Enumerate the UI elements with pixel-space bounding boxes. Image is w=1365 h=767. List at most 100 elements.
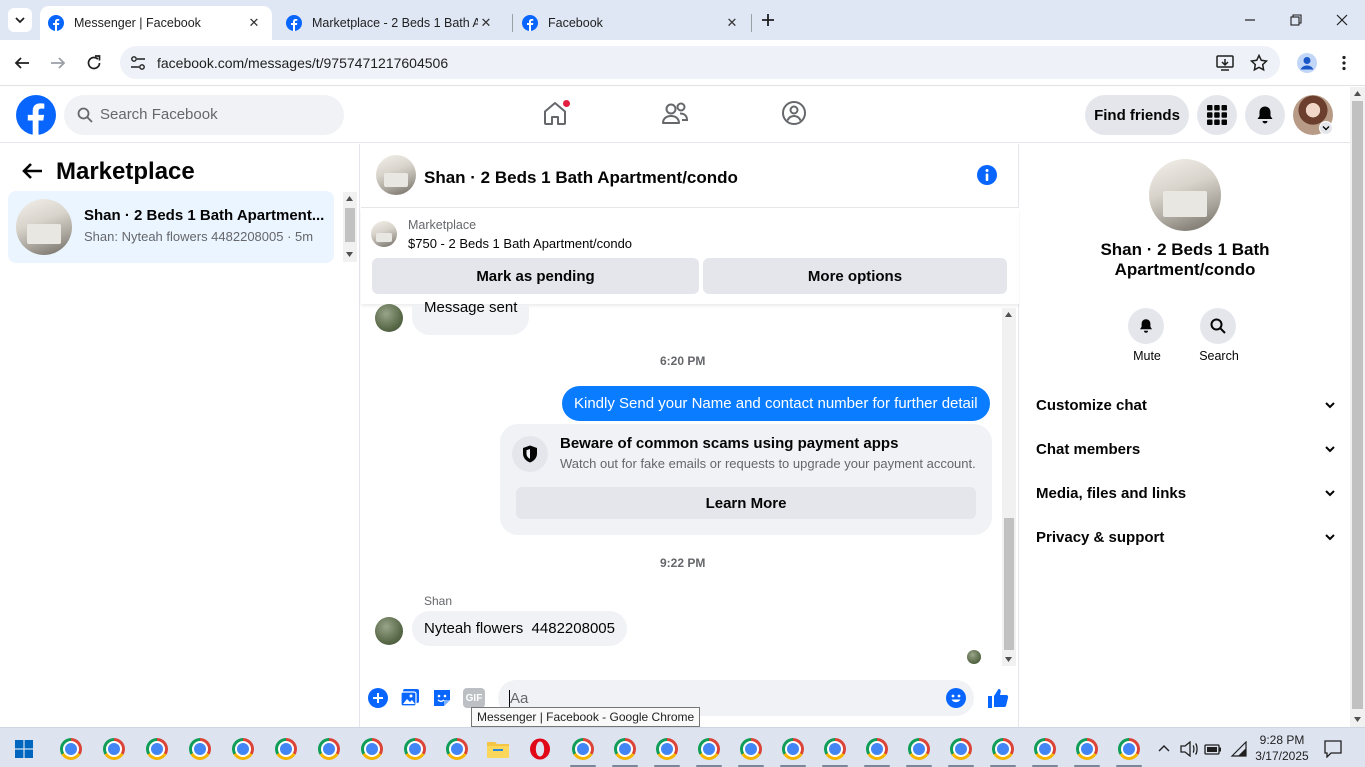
chat-title[interactable]: Shan · 2 Beds 1 Bath Apartment/condo (424, 168, 738, 188)
tab-close-icon[interactable]: ✕ (478, 15, 494, 31)
conversation-item[interactable]: Shan · 2 Beds 1 Bath Apartment... Shan: … (8, 191, 334, 263)
restore-button[interactable] (1273, 0, 1319, 40)
profile-button[interactable] (1295, 51, 1319, 75)
chat-scrollbar[interactable] (1002, 308, 1016, 666)
scroll-down-arrow-icon[interactable] (1005, 657, 1012, 662)
emoji-icon[interactable] (946, 688, 966, 708)
back-arrow-icon[interactable] (21, 162, 43, 180)
tab-close-icon[interactable]: ✕ (246, 15, 262, 31)
show-hidden-icons-chevron-icon[interactable] (1158, 743, 1170, 753)
menu-button[interactable] (1197, 95, 1237, 135)
chrome-taskbar-icon[interactable] (656, 738, 680, 762)
chrome-taskbar-icon[interactable] (866, 738, 890, 762)
facebook-logo-icon[interactable] (16, 95, 56, 135)
new-tab-button[interactable] (756, 8, 780, 32)
plus-circle-icon[interactable] (368, 688, 388, 708)
system-clock[interactable]: 9:28 PM 3/17/2025 (1254, 732, 1310, 764)
photo-icon[interactable] (400, 688, 420, 708)
close-window-button[interactable] (1319, 0, 1365, 40)
chrome-taskbar-icon[interactable] (146, 738, 170, 762)
chrome-taskbar-icon[interactable] (614, 738, 638, 762)
listing-title[interactable]: $750 - 2 Beds 1 Bath Apartment/condo (408, 236, 632, 251)
sender-avatar[interactable] (375, 617, 403, 645)
minimize-button[interactable] (1227, 0, 1273, 40)
thumbs-up-icon[interactable] (987, 687, 1009, 709)
section-customize-chat[interactable]: Customize chat (1036, 393, 1336, 417)
section-privacy-support[interactable]: Privacy & support (1036, 525, 1336, 549)
mark-as-pending-button[interactable]: Mark as pending (372, 258, 699, 294)
find-friends-button[interactable]: Find friends (1085, 95, 1189, 135)
chrome-taskbar-icon[interactable] (361, 738, 385, 762)
chrome-taskbar-icon[interactable] (189, 738, 213, 762)
chrome-taskbar-icon[interactable] (992, 738, 1016, 762)
message-bubble-incoming[interactable]: Nyteah flowers 4482208005 (412, 611, 627, 646)
gif-icon[interactable]: GIF (463, 688, 485, 708)
chrome-taskbar-icon[interactable] (908, 738, 932, 762)
chrome-taskbar-icon[interactable] (1118, 738, 1142, 762)
chrome-taskbar-icon[interactable] (782, 738, 806, 762)
mute-button[interactable] (1128, 308, 1164, 344)
chrome-taskbar-icon[interactable] (103, 738, 127, 762)
nav-home[interactable] (541, 99, 571, 127)
wifi-icon[interactable] (1230, 741, 1248, 757)
chrome-taskbar-icon[interactable] (740, 738, 764, 762)
scroll-up-arrow-icon[interactable] (346, 196, 353, 201)
message-bubble-incoming[interactable]: Message sent (412, 299, 530, 335)
chrome-taskbar-icon[interactable] (404, 738, 428, 762)
tab-facebook[interactable]: Facebook ✕ (514, 6, 750, 40)
chrome-taskbar-icon[interactable] (1076, 738, 1100, 762)
chat-scrollbar-thumb[interactable] (1004, 518, 1014, 650)
opera-taskbar-icon[interactable] (529, 738, 553, 762)
chrome-taskbar-icon[interactable] (1034, 738, 1058, 762)
speaker-icon[interactable] (1180, 741, 1198, 757)
chrome-taskbar-icon[interactable] (275, 738, 299, 762)
tab-marketplace[interactable]: Marketplace - 2 Beds 1 Bath Ap ✕ (278, 6, 504, 40)
list-scrollbar[interactable] (343, 192, 357, 262)
section-media-files-links[interactable]: Media, files and links (1036, 481, 1336, 505)
scroll-up-arrow-icon[interactable] (1005, 312, 1012, 317)
reload-button[interactable] (82, 51, 106, 75)
nav-friends[interactable] (661, 101, 689, 127)
sender-avatar[interactable] (375, 304, 403, 332)
learn-more-button[interactable]: Learn More (516, 487, 976, 519)
tab-search-button[interactable] (8, 8, 32, 32)
notification-center-icon[interactable] (1324, 740, 1342, 758)
notifications-button[interactable] (1245, 95, 1285, 135)
chrome-taskbar-icon[interactable] (318, 738, 342, 762)
chrome-taskbar-icon[interactable] (824, 738, 848, 762)
install-app-icon[interactable] (1216, 54, 1234, 72)
tab-close-icon[interactable]: ✕ (724, 15, 740, 31)
sticker-icon[interactable] (432, 688, 452, 708)
account-menu-chevron[interactable] (1319, 121, 1333, 135)
chrome-menu-button[interactable] (1332, 51, 1356, 75)
address-bar[interactable]: facebook.com/messages/t/9757471217604506 (120, 46, 1280, 79)
list-scrollbar-thumb[interactable] (345, 208, 355, 242)
bookmark-star-icon[interactable] (1250, 54, 1268, 72)
facebook-search-input[interactable]: Search Facebook (64, 95, 344, 135)
message-bubble-outgoing[interactable]: Kindly Send your Name and contact number… (562, 386, 990, 421)
windows-start-icon[interactable] (15, 740, 33, 758)
page-scrollbar[interactable] (1350, 87, 1365, 727)
back-button[interactable] (10, 51, 34, 75)
nav-groups[interactable] (781, 100, 807, 126)
battery-icon[interactable] (1204, 742, 1222, 756)
chrome-taskbar-icon[interactable] (60, 738, 84, 762)
chrome-taskbar-icon[interactable] (572, 738, 596, 762)
search-chat-button[interactable] (1200, 308, 1236, 344)
more-options-button[interactable]: More options (703, 258, 1007, 294)
forward-button[interactable] (46, 51, 70, 75)
scroll-up-arrow-icon[interactable] (1354, 91, 1361, 96)
section-chat-members[interactable]: Chat members (1036, 437, 1336, 461)
scroll-down-arrow-icon[interactable] (346, 252, 353, 257)
details-avatar[interactable] (1149, 159, 1221, 231)
chrome-taskbar-icon[interactable] (950, 738, 974, 762)
tab-messenger[interactable]: Messenger | Facebook ✕ (40, 6, 272, 40)
page-scrollbar-thumb[interactable] (1352, 101, 1363, 709)
info-icon[interactable] (976, 164, 998, 186)
chat-avatar[interactable] (376, 155, 416, 195)
chrome-taskbar-icon[interactable] (698, 738, 722, 762)
chrome-taskbar-icon[interactable] (232, 738, 256, 762)
scroll-down-arrow-icon[interactable] (1354, 717, 1361, 722)
site-settings-icon[interactable] (130, 55, 146, 71)
chrome-taskbar-icon[interactable] (446, 738, 470, 762)
